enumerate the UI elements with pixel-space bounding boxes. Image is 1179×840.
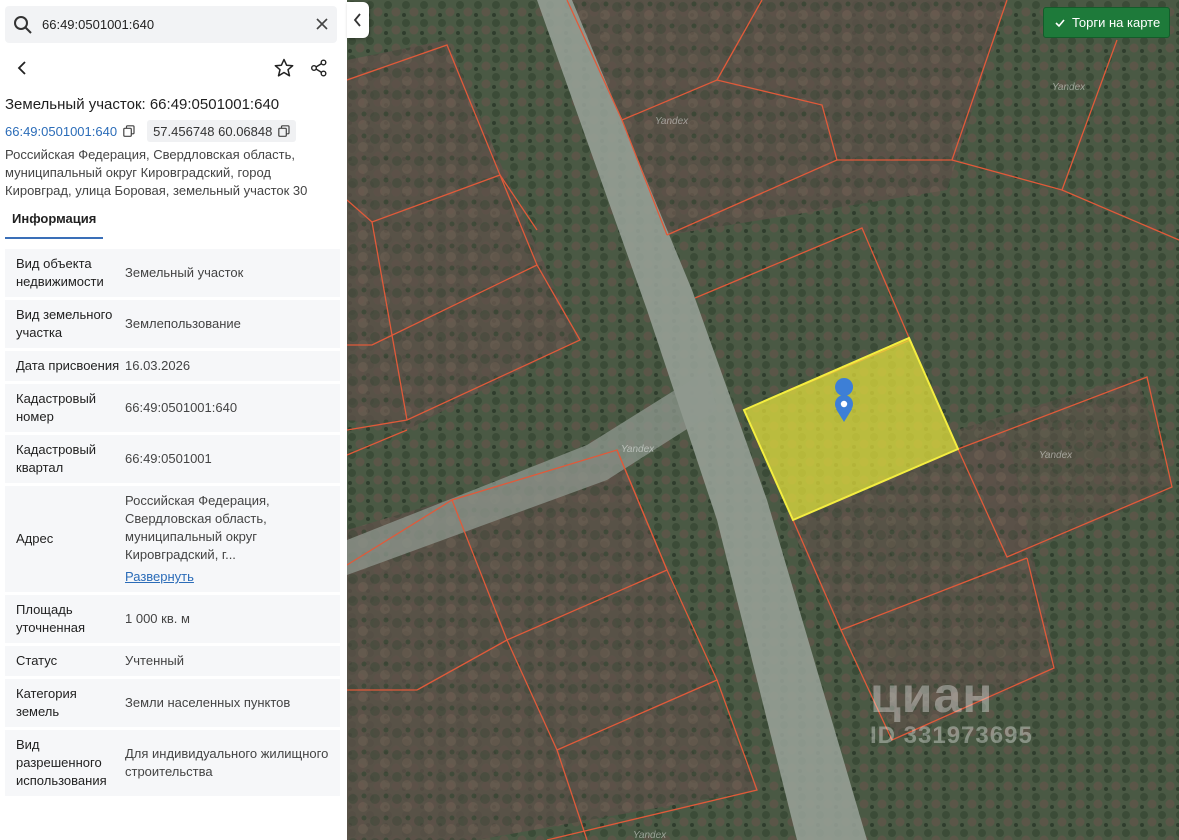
check-icon bbox=[1055, 18, 1065, 27]
row-value: 1 000 кв. м bbox=[120, 595, 340, 643]
row-value: Землепользование bbox=[120, 300, 340, 348]
row-key: Адрес bbox=[5, 486, 120, 592]
row-value: Земли населенных пунктов bbox=[120, 679, 340, 727]
copy-icon[interactable] bbox=[278, 125, 290, 137]
info-table: Вид объекта недвижимости Земельный участ… bbox=[5, 246, 340, 799]
row-key: Категория земель bbox=[5, 679, 120, 727]
expand-address-link[interactable]: Развернуть bbox=[125, 568, 332, 586]
row-key: Кадастровый номер bbox=[5, 384, 120, 432]
satellite-map[interactable] bbox=[347, 0, 1179, 840]
collapse-panel-button[interactable] bbox=[347, 2, 369, 38]
row-value: Земельный участок bbox=[120, 249, 340, 297]
back-arrow-icon bbox=[17, 61, 26, 75]
row-key: Вид земельного участка bbox=[5, 300, 120, 348]
row-value: 66:49:0501001 bbox=[120, 435, 340, 483]
row-key: Вид объекта недвижимости bbox=[5, 249, 120, 297]
favorite-button[interactable] bbox=[272, 56, 296, 80]
row-value: Учтенный bbox=[120, 646, 340, 676]
row-value-address: Российская Федерация, Свердловская облас… bbox=[120, 486, 340, 592]
search-icon bbox=[14, 15, 32, 34]
star-icon bbox=[274, 58, 294, 77]
identifier-chips: 66:49:0501001:640 57.456748 60.06848 bbox=[5, 120, 297, 142]
torgi-label: Торги на карте bbox=[1072, 15, 1161, 30]
row-key: Кадастровый квартал bbox=[5, 435, 120, 483]
table-row: Статус Учтенный bbox=[5, 646, 340, 676]
map-label: Yandex bbox=[621, 444, 655, 455]
table-row: Категория земель Земли населенных пункто… bbox=[5, 679, 340, 727]
coordinates-chip: 57.456748 60.06848 bbox=[147, 120, 297, 142]
row-key: Вид разрешенного использования bbox=[5, 730, 120, 796]
map-label: Yandex bbox=[1039, 450, 1073, 461]
cadastral-number-link[interactable]: 66:49:0501001:640 bbox=[5, 124, 117, 139]
watermark-brand: циан bbox=[870, 667, 994, 723]
map-label: Yandex bbox=[655, 116, 689, 127]
search-input[interactable] bbox=[42, 17, 292, 32]
table-row: Вид объекта недвижимости Земельный участ… bbox=[5, 249, 340, 297]
close-icon[interactable] bbox=[315, 17, 329, 31]
row-value: 66:49:0501001:640 bbox=[120, 384, 340, 432]
table-row: Вид разрешенного использования Для индив… bbox=[5, 730, 340, 796]
back-button[interactable] bbox=[10, 56, 34, 80]
page-title: Земельный участок: 66:49:0501001:640 bbox=[5, 96, 280, 113]
tab-bar: Информация bbox=[5, 208, 340, 239]
map-label: Yandex bbox=[1052, 82, 1086, 93]
row-key: Площадь уточненная bbox=[5, 595, 120, 643]
torgi-on-map-button[interactable]: Торги на карте bbox=[1043, 7, 1170, 38]
map-label: Yandex bbox=[633, 830, 667, 840]
address-text: Российская Федерация, Свердловская облас… bbox=[5, 147, 308, 198]
info-panel: Земельный участок: 66:49:0501001:640 66:… bbox=[0, 0, 347, 840]
table-row: Площадь уточненная 1 000 кв. м bbox=[5, 595, 340, 643]
row-value: Российская Федерация, Свердловская облас… bbox=[125, 493, 270, 562]
watermark: циан ID 331973695 bbox=[870, 670, 1033, 750]
coordinates-text: 57.456748 60.06848 bbox=[153, 123, 273, 139]
row-key: Статус bbox=[5, 646, 120, 676]
table-row: Адрес Российская Федерация, Свердловская… bbox=[5, 486, 340, 592]
row-value: Для индивидуального жилищного строительс… bbox=[120, 730, 340, 796]
tab-information[interactable]: Информация bbox=[5, 208, 104, 239]
copy-icon[interactable] bbox=[123, 125, 135, 137]
search-bar bbox=[5, 6, 337, 43]
table-row: Кадастровый номер 66:49:0501001:640 bbox=[5, 384, 340, 432]
table-row: Вид земельного участка Землепользование bbox=[5, 300, 340, 348]
row-key: Дата присвоения bbox=[5, 351, 120, 381]
share-button[interactable] bbox=[307, 56, 331, 80]
chevron-left-icon bbox=[353, 13, 361, 27]
toolbar bbox=[0, 52, 347, 84]
row-value: 16.03.2026 bbox=[120, 351, 340, 381]
table-row: Дата присвоения 16.03.2026 bbox=[5, 351, 340, 381]
watermark-id: ID 331973695 bbox=[870, 722, 1033, 749]
map-view[interactable]: Yandex Yandex Yandex Yandex Yandex bbox=[347, 0, 1179, 840]
share-icon bbox=[311, 59, 327, 77]
table-row: Кадастровый квартал 66:49:0501001 bbox=[5, 435, 340, 483]
